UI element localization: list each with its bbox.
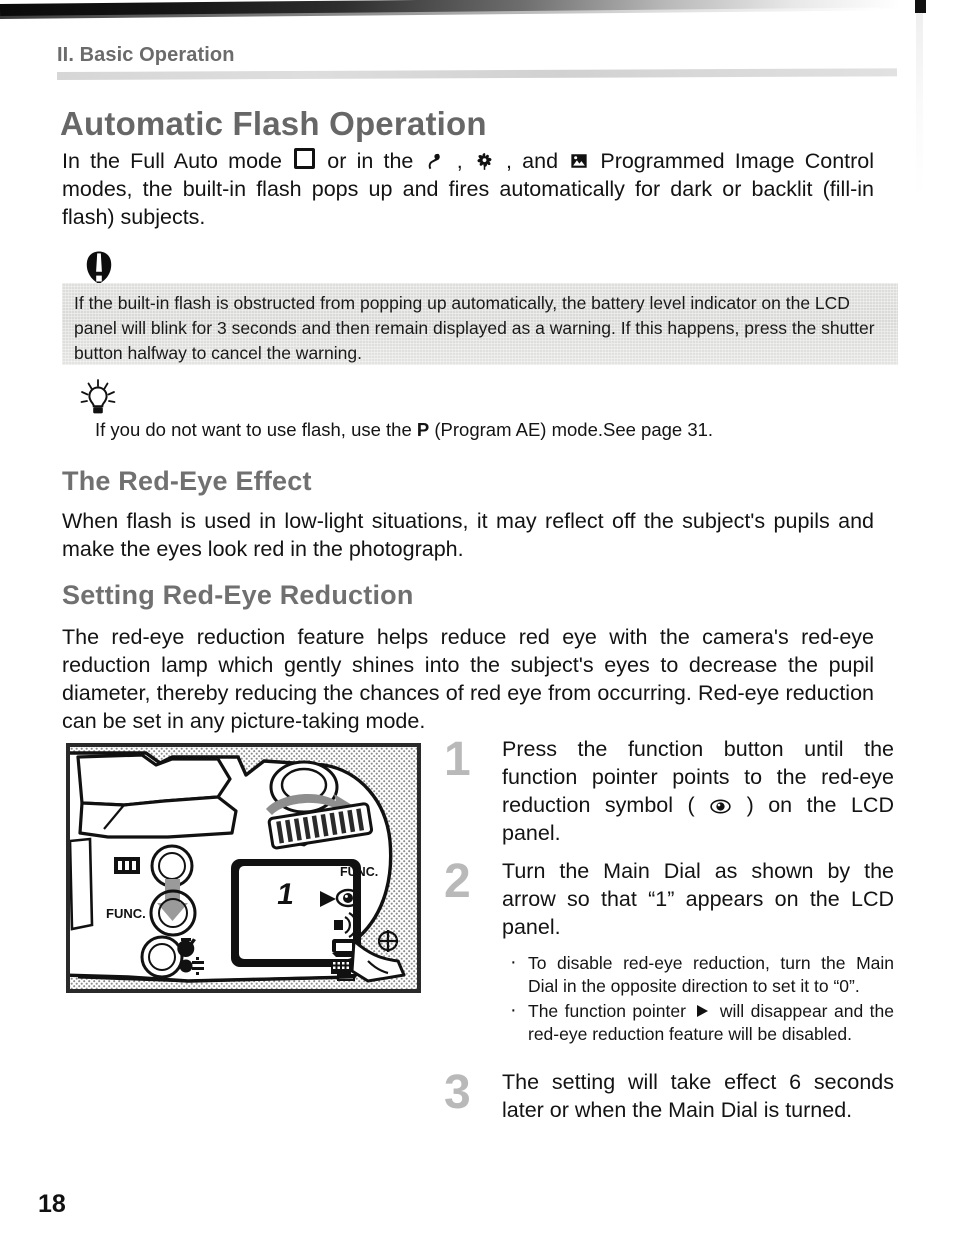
section-body-red-eye-effect: When flash is used in low-light situatio… — [62, 509, 874, 561]
func-button-label: FUNC. — [106, 906, 146, 921]
portrait-mode-icon — [428, 153, 440, 170]
caution-text: If the built-in flash is obstructed from… — [74, 293, 875, 363]
intro-text-4: , and — [495, 149, 569, 173]
red-eye-reduction-icon — [710, 799, 731, 814]
manual-page: II. Basic Operation Automatic Flash Oper… — [0, 0, 954, 1235]
step-3-text: The setting will take effect 6 seconds l… — [502, 1069, 894, 1122]
lightbulb-icon — [80, 379, 116, 414]
tip-text-after: (Program AE) mode.See page 31. — [429, 419, 714, 440]
step-2-number: 2 — [444, 854, 471, 908]
page-number: 18 — [38, 1190, 66, 1218]
page-title: Automatic Flash Operation — [60, 105, 487, 142]
landscape-mode-icon — [571, 154, 587, 168]
step-2-text: Turn the Main Dial as shown by the arrow… — [502, 858, 894, 939]
caution-icon — [86, 251, 112, 284]
step-1: 1 Press the function button until the fu… — [444, 733, 894, 848]
caution-note-box: If the built-in flash is obstructed from… — [62, 283, 898, 365]
intro-text-1: In the Full Auto mode — [62, 149, 293, 173]
tip-text-before: If you do not want to use flash, use the — [95, 419, 417, 440]
header-rule — [56, 68, 898, 80]
battery-check-icon — [114, 857, 140, 874]
step-2-bullet-2-before: The function pointer — [528, 1001, 693, 1022]
scan-mark-artifact — [915, 0, 926, 13]
step-2-bullets: To disable red-eye reduction, turn the M… — [502, 949, 894, 1047]
step-2-bullet-1: To disable red-eye reduction, turn the M… — [502, 949, 894, 999]
step-3-number: 3 — [444, 1065, 471, 1119]
lcd-func-header: FUNC. — [340, 865, 378, 879]
steps-list: 1 Press the function button until the fu… — [444, 733, 894, 1135]
scan-streak-artifact — [916, 13, 923, 198]
macro-mode-icon — [477, 153, 492, 170]
tip-note-text: If you do not want to use flash, use the… — [95, 418, 885, 442]
intro-text-2: or in the — [317, 149, 424, 173]
step-3: 3 The setting will take effect 6 seconds… — [444, 1065, 894, 1125]
camera-illustration: FUNC. 1 FUNC. — [66, 743, 421, 993]
intro-text-3: , — [446, 149, 473, 173]
section-heading-red-eye-effect: The Red-Eye Effect — [62, 466, 312, 496]
step-2: 2 Turn the Main Dial as shown by the arr… — [444, 854, 894, 1047]
full-auto-mode-icon — [294, 148, 316, 169]
intro-paragraph: In the Full Auto mode or in the , , and … — [62, 148, 874, 232]
chapter-header: II. Basic Operation — [57, 44, 235, 66]
step-1-number: 1 — [444, 733, 471, 786]
camera-diagram-svg: FUNC. 1 FUNC. — [68, 745, 419, 991]
tip-bold-mode: P — [416, 419, 430, 440]
function-pointer-triangle-icon — [697, 1005, 709, 1018]
section-body-setting-red-eye-reduction: The red-eye reduction feature helps redu… — [62, 625, 874, 733]
step-2-bullet-2: The function pointer will disappear and … — [502, 997, 894, 1047]
section-heading-setting-red-eye-reduction: Setting Red-Eye Reduction — [62, 580, 414, 610]
step-1-text: Press the function button until the func… — [502, 736, 894, 848]
